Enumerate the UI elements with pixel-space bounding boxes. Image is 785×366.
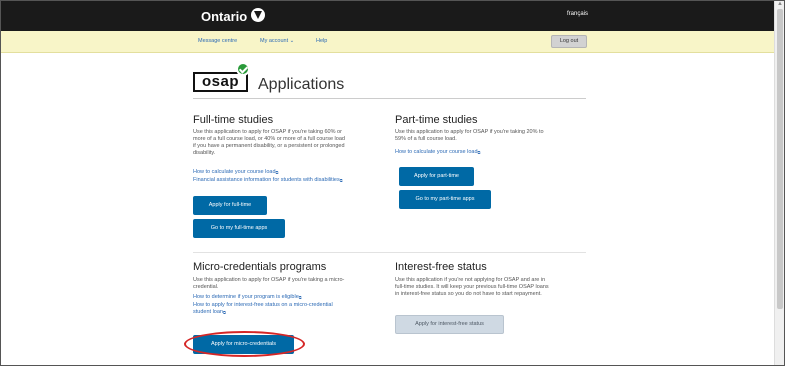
language-toggle-link[interactable]: français xyxy=(567,11,588,17)
interest-free-micro-link[interactable]: How to apply for interest-free status on… xyxy=(193,302,333,316)
ontario-logo-text[interactable]: Ontario xyxy=(201,9,247,24)
part-time-desc-line: Use this application to apply for OSAP i… xyxy=(395,129,544,135)
full-time-desc-line: more of a full course load, or 40% or mo… xyxy=(193,136,345,142)
interest-free-desc-line: in interest-free status so you do not ha… xyxy=(395,291,542,297)
micro-credentials-description: Use this application to apply for OSAP i… xyxy=(193,277,344,291)
interest-free-micro-link-line[interactable]: How to apply for interest-free status on… xyxy=(193,302,333,309)
title-divider xyxy=(193,98,586,99)
full-time-desc-line: Use this application to apply for OSAP i… xyxy=(193,129,342,135)
nav-help[interactable]: Help xyxy=(316,38,327,44)
apply-interest-free-button[interactable]: Apply for interest-free status xyxy=(395,315,504,334)
micro-desc-line: credential. xyxy=(193,284,219,290)
micro-credentials-heading: Micro-credentials programs xyxy=(193,261,327,273)
page-title: Applications xyxy=(258,76,345,93)
part-time-description: Use this application to apply for OSAP i… xyxy=(395,129,544,143)
interest-free-desc-line: Use this application if you're not apply… xyxy=(395,277,546,283)
section-divider xyxy=(193,252,586,253)
ontario-trillium-icon xyxy=(251,8,265,22)
vertical-scrollbar[interactable]: ▲ xyxy=(774,1,784,365)
interest-free-heading: Interest-free status xyxy=(395,261,487,273)
full-time-description: Use this application to apply for OSAP i… xyxy=(193,129,345,157)
full-time-heading: Full-time studies xyxy=(193,114,274,126)
full-time-desc-line: disability. xyxy=(193,150,216,156)
browser-frame xyxy=(0,0,785,366)
osap-check-icon xyxy=(236,62,250,76)
apply-full-time-button[interactable]: Apply for full-time xyxy=(193,196,267,215)
program-eligibility-link[interactable]: How to determine if your program is elig… xyxy=(193,294,302,301)
logout-button[interactable]: Log out xyxy=(551,35,587,48)
full-time-desc-line: if you have a permanent disability, or a… xyxy=(193,143,345,149)
scroll-thumb[interactable] xyxy=(777,9,783,309)
disability-info-link[interactable]: Financial assistance information for stu… xyxy=(193,177,343,184)
account-navbar: Message centre My account ⌄ Help Log out xyxy=(1,31,774,53)
interest-free-description: Use this application if you're not apply… xyxy=(395,277,549,298)
highlight-ring-annotation xyxy=(184,331,305,357)
scroll-up-arrow-icon[interactable]: ▲ xyxy=(776,1,784,8)
micro-desc-line: Use this application to apply for OSAP i… xyxy=(193,277,345,283)
full-time-course-load-link[interactable]: How to calculate your course load xyxy=(193,169,278,176)
top-header: Ontario français xyxy=(1,1,774,31)
interest-free-desc-line: full-time studies. It will keep your pre… xyxy=(395,284,549,290)
go-to-full-time-apps-button[interactable]: Go to my full-time apps xyxy=(193,219,285,238)
nav-message-centre[interactable]: Message centre xyxy=(198,38,237,44)
nav-my-account[interactable]: My account ⌄ xyxy=(260,38,294,44)
part-time-desc-line: 59% of a full course load. xyxy=(395,136,457,142)
go-to-part-time-apps-button[interactable]: Go to my part-time apps xyxy=(399,190,491,209)
interest-free-micro-link-line[interactable]: student loan xyxy=(193,309,333,316)
part-time-course-load-link[interactable]: How to calculate your course load xyxy=(395,149,480,156)
apply-part-time-button[interactable]: Apply for part-time xyxy=(399,167,474,186)
part-time-heading: Part-time studies xyxy=(395,114,478,126)
